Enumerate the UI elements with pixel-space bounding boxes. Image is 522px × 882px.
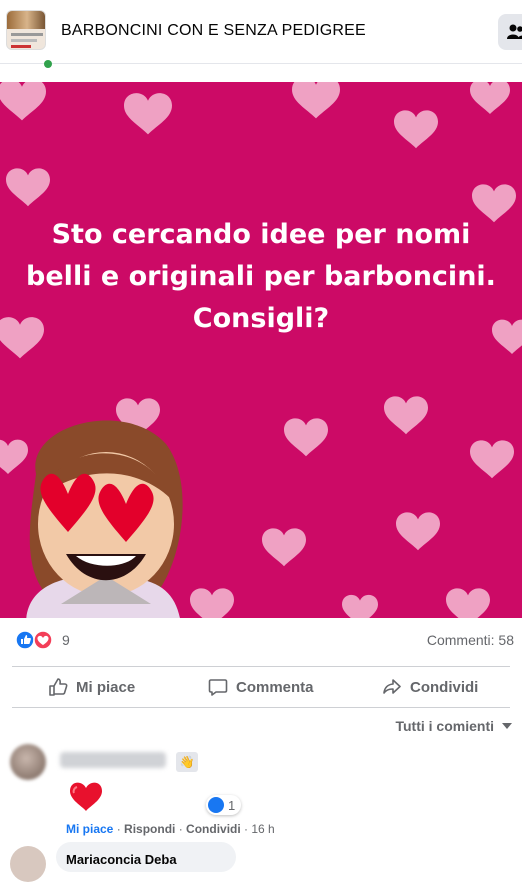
like-icon (49, 678, 68, 696)
post-actions: Mi piace Commenta Condividi (12, 666, 510, 708)
group-header: BARBONCINI CON E SENZA PEDIGREE (0, 0, 522, 64)
love-icon (33, 630, 53, 650)
reaction-icons[interactable] (15, 630, 55, 650)
next-commenter-name[interactable]: Mariaconcia Deba (66, 852, 177, 867)
group-members-button[interactable] (498, 14, 522, 50)
commenter-avatar[interactable] (10, 744, 46, 780)
comment-like-link[interactable]: Mi piace (66, 822, 113, 836)
comment-label: Commenta (236, 678, 314, 696)
next-comment-bubble: Mariaconcia Deba (56, 842, 236, 872)
heart-icon (70, 782, 102, 811)
online-status-dot (44, 60, 52, 68)
comment-count[interactable]: Commenti: 58 (427, 632, 514, 648)
comment-action-links: Mi piace · Rispondi · Condividi · 16 h (66, 822, 275, 836)
commenter-name-blurred[interactable] (60, 752, 166, 768)
share-icon (383, 679, 401, 694)
like-icon (208, 797, 224, 813)
comment-reaction-badge[interactable]: 1 (206, 795, 242, 815)
comment-share-link[interactable]: Condividi (186, 822, 241, 836)
comment-reaction-count: 1 (228, 797, 236, 813)
comment-reply-link[interactable]: Rispondi (124, 822, 175, 836)
comments-filter-label: Tutti i comienti (395, 718, 494, 734)
share-button[interactable]: Condividi (382, 667, 478, 707)
next-commenter-avatar[interactable] (10, 846, 46, 882)
reaction-count[interactable]: 9 (62, 632, 70, 648)
like-button[interactable]: Mi piace (48, 667, 135, 707)
chevron-down-icon (502, 723, 512, 729)
group-icon (507, 24, 522, 39)
post-text: Sto cercando idee per nomi belli e origi… (26, 219, 496, 334)
reactions-summary: 9 Commenti: 58 (0, 622, 522, 660)
post-image[interactable]: Sto cercando idee per nomi belli e origi… (0, 82, 522, 618)
comments-filter[interactable]: Tutti i comienti (395, 718, 512, 734)
comment-button[interactable]: Commenta (208, 667, 314, 707)
like-icon (15, 630, 35, 650)
share-label: Condividi (410, 678, 479, 696)
group-title[interactable]: BARBONCINI CON E SENZA PEDIGREE (61, 22, 366, 40)
avatar-illustration (26, 420, 183, 618)
like-label: Mi piace (76, 678, 136, 696)
comment-timestamp[interactable]: 16 h (251, 822, 274, 836)
group-cover-thumbnail[interactable] (6, 10, 46, 50)
comment-icon (208, 679, 228, 696)
wave-icon: 👋 (176, 752, 198, 772)
